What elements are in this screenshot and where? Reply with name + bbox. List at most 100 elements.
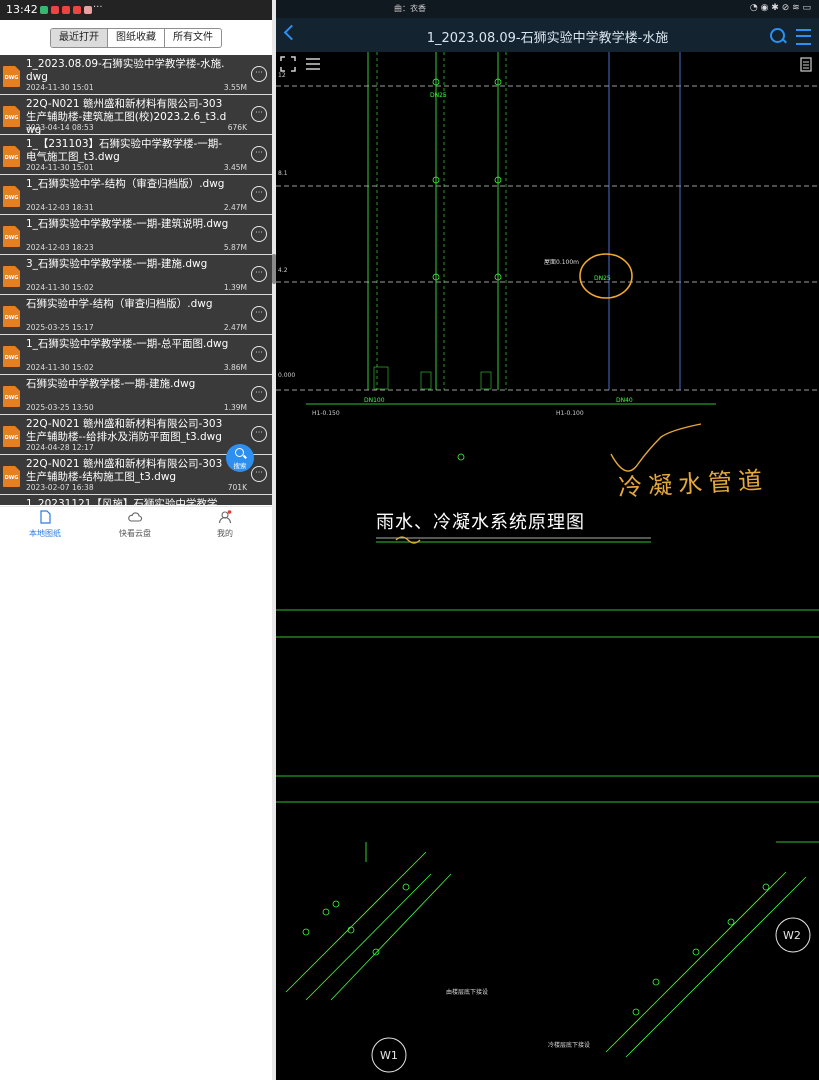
tab-all-files[interactable]: 所有文件 xyxy=(164,29,221,47)
user-icon xyxy=(218,510,232,524)
media-status-text: 曲：衣香 xyxy=(394,4,426,13)
file-name: 22Q-N021 赣州盛和新材料有限公司-303生产辅助楼-结构施工图_t3.d… xyxy=(26,458,223,483)
file-row[interactable]: DWG 1_【231103】石狮实验中学教学楼-一期-电气施工图_t3.dwg 20… xyxy=(0,135,272,175)
dwg-file-icon: DWG xyxy=(3,226,20,247)
nav-local-drawings[interactable]: 本地图纸 xyxy=(10,510,80,539)
file-date: 2024-04-28 12:17 xyxy=(26,443,94,452)
file-browser-pane: 13:42 ··· 最近打开 图纸收藏 所有文件 DWG 1_2023.08.09… xyxy=(0,0,272,540)
elevation-label: H1-0.100 xyxy=(556,410,584,417)
file-name: 1_石狮实验中学教学楼-一期-建筑说明.dwg xyxy=(26,218,229,230)
dwg-file-icon: DWG xyxy=(3,466,20,487)
file-row[interactable]: DWG1_20231121【风施】石狮实验中学教学楼-一期··· xyxy=(0,495,272,505)
more-options-button[interactable]: ··· xyxy=(251,306,267,322)
file-size: 701K xyxy=(227,483,247,492)
tab-recent[interactable]: 最近打开 xyxy=(51,29,107,47)
file-row[interactable]: DWG 1_石狮实验中学教学楼-一期-建筑说明.dwg 2024-12-03 18:… xyxy=(0,215,272,255)
file-row[interactable]: DWG 3_石狮实验中学教学楼-一期-建施.dwg 2024-11-30 15:02… xyxy=(0,255,272,295)
cloud-icon xyxy=(128,512,143,522)
search-button[interactable]: 搜索 xyxy=(226,444,254,472)
bottom-navigation: 本地图纸 快看云盘 我的 xyxy=(0,506,272,540)
file-date: 2024-11-30 15:01 xyxy=(26,163,94,172)
search-icon[interactable] xyxy=(770,28,785,43)
notification-app-icon xyxy=(73,6,81,14)
pipe-size-label: DN40 xyxy=(616,397,633,404)
file-date: 2024-12-03 18:31 xyxy=(26,203,94,212)
system-status-icons: ◔ ◉ ✱ ⊘ ≋ ▭ xyxy=(749,3,811,13)
tab-favorites[interactable]: 图纸收藏 xyxy=(107,29,164,47)
more-options-button[interactable]: ··· xyxy=(251,226,267,242)
dwg-file-icon: DWG xyxy=(3,146,20,167)
file-size: 5.87M xyxy=(223,243,247,252)
toolbar-icon[interactable] xyxy=(305,57,321,71)
system-tag: W2 xyxy=(783,929,801,942)
viewer-status-bar: 曲：衣香 ◔ ◉ ✱ ⊘ ≋ ▭ xyxy=(276,0,819,18)
dwg-file-icon: DWG xyxy=(3,66,20,87)
dwg-file-icon: DWG xyxy=(3,306,20,327)
dwg-file-icon: DWG xyxy=(3,186,20,207)
more-options-button[interactable]: ··· xyxy=(251,146,267,162)
file-date: 2025-03-25 15:17 xyxy=(26,323,94,332)
more-options-button[interactable]: ··· xyxy=(251,386,267,402)
file-name: 1_石狮实验中学-结构（审查归档版）.dwg xyxy=(26,178,225,190)
file-name: 1_石狮实验中学教学楼-一期-总平面图.dwg xyxy=(26,338,229,350)
more-options-button[interactable]: ··· xyxy=(251,106,267,122)
pipe-size-label: DN100 xyxy=(364,397,385,404)
file-tabs: 最近打开 图纸收藏 所有文件 xyxy=(50,28,222,48)
level-label: 4.2 xyxy=(278,267,288,274)
file-size: 2.47M xyxy=(223,323,247,332)
status-time: 13:42 xyxy=(6,3,38,16)
dwg-file-icon: DWG xyxy=(3,346,20,367)
viewer-title-bar: 1_2023.08.09-石狮实验中学教学楼-水施 xyxy=(276,18,819,52)
layers-icon[interactable] xyxy=(799,56,813,72)
more-options-button[interactable]: ··· xyxy=(251,186,267,202)
fit-screen-icon[interactable] xyxy=(280,56,296,72)
pipe-size-label: DN25 xyxy=(430,92,447,99)
notification-app-icon xyxy=(40,6,48,14)
file-name: 石狮实验中学教学楼-一期-建施.dwg xyxy=(26,378,196,390)
notification-app-icon xyxy=(62,6,70,14)
file-name: 1_2023.08.09-石狮实验中学教学楼-水施.dwg xyxy=(26,58,225,83)
more-options-button[interactable]: ··· xyxy=(251,266,267,282)
dwg-file-icon: DWG xyxy=(3,106,20,127)
file-date: 2024-11-30 15:02 xyxy=(26,363,94,372)
menu-icon[interactable] xyxy=(796,29,811,45)
status-bar: 13:42 ··· xyxy=(0,0,272,20)
level-label: 0.000 xyxy=(278,372,296,379)
status-more: ··· xyxy=(93,2,103,13)
file-size: 1.39M xyxy=(223,403,247,412)
more-options-button[interactable]: ··· xyxy=(251,346,267,362)
cad-drawing xyxy=(276,52,819,1073)
cad-note: 由楼层底下接设 xyxy=(446,989,489,996)
nav-cloud-drive[interactable]: 快看云盘 xyxy=(100,510,170,539)
file-date: 2023-02-07 16:38 xyxy=(26,483,94,492)
elevation-label: H1-0.150 xyxy=(312,410,340,417)
dwg-file-icon: DWG xyxy=(3,266,20,287)
file-size: 1.39M xyxy=(223,283,247,292)
file-size: 3.86M xyxy=(223,363,247,372)
cad-drawing-canvas[interactable]: 12 8.1 4.2 0.000 H1-0.150 H1-0.100 屋面0.1… xyxy=(276,52,819,1080)
search-icon xyxy=(235,448,244,457)
file-row[interactable]: DWG 石狮实验中学教学楼-一期-建施.dwg 2025-03-25 13:50 1.… xyxy=(0,375,272,415)
file-list[interactable]: DWG 1_2023.08.09-石狮实验中学教学楼-水施.dwg 2024-11-… xyxy=(0,55,272,505)
file-row[interactable]: DWG 1_石狮实验中学教学楼-一期-总平面图.dwg 2024-11-30 15:… xyxy=(0,335,272,375)
file-size: 3.55M xyxy=(223,83,247,92)
file-row[interactable]: DWG 1_2023.08.09-石狮实验中学教学楼-水施.dwg 2024-11-… xyxy=(0,55,272,95)
nav-me[interactable]: 我的 xyxy=(190,510,260,539)
pipe-size-label: DN25 xyxy=(594,275,611,282)
more-options-button[interactable]: ··· xyxy=(251,426,267,442)
drawing-title: 雨水、冷凝水系统原理图 xyxy=(376,512,585,533)
drawing-viewer-pane: 曲：衣香 ◔ ◉ ✱ ⊘ ≋ ▭ 1_2023.08.09-石狮实验中学教学楼-… xyxy=(276,0,819,1080)
file-name: 3_石狮实验中学教学楼-一期-建施.dwg xyxy=(26,258,208,270)
more-options-button[interactable]: ··· xyxy=(251,66,267,82)
cad-note: 冷楼层底下接设 xyxy=(548,1042,591,1049)
document-title: 1_2023.08.09-石狮实验中学教学楼-水施 xyxy=(426,31,669,46)
file-name: 22Q-N021 赣州盛和新材料有限公司-303生产辅助楼--给排水及消防平面图… xyxy=(26,418,223,443)
file-size: 3.45M xyxy=(223,163,247,172)
file-date: 2023-04-14 08:53 xyxy=(26,123,94,132)
file-date: 2024-11-30 15:01 xyxy=(26,83,94,92)
file-size: 2.47M xyxy=(223,203,247,212)
file-row[interactable]: DWG 石狮实验中学-结构（审查归档版）.dwg 2025-03-25 15:17 2… xyxy=(0,295,272,335)
file-row[interactable]: DWG 22Q-N021 赣州盛和新材料有限公司-303生产辅助楼-建筑施工图(校… xyxy=(0,95,272,136)
file-name: 1_20231121【风施】石狮实验中学教学楼-一期 xyxy=(26,498,218,505)
file-row[interactable]: DWG 1_石狮实验中学-结构（审查归档版）.dwg 2024-12-03 18:3… xyxy=(0,175,272,215)
